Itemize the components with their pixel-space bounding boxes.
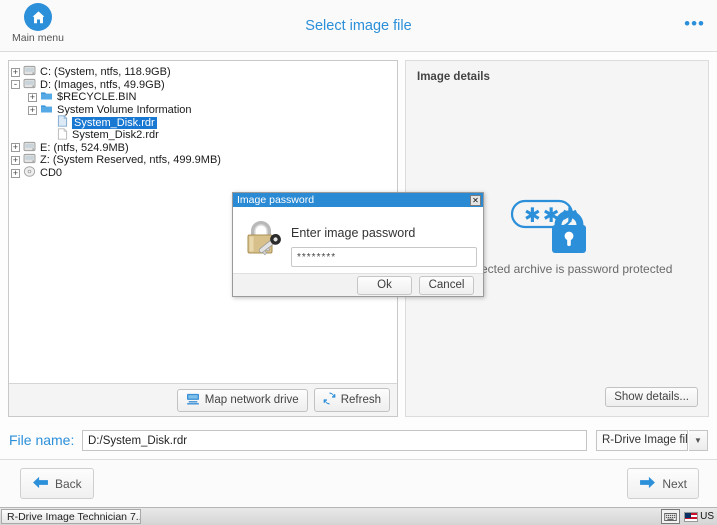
keyboard-icon[interactable] — [661, 509, 681, 524]
tree-item[interactable]: System_Disk.rdr — [9, 115, 397, 130]
file-name-input[interactable] — [82, 430, 587, 451]
password-input[interactable] — [291, 247, 477, 267]
system-tray: US — [661, 509, 714, 524]
tree-action-bar: Map network drive Refresh — [9, 383, 397, 416]
dialog-title-bar[interactable]: Image password ✕ — [233, 193, 483, 207]
chevron-down-icon[interactable]: ▼ — [689, 430, 708, 451]
network-drive-icon — [186, 393, 200, 408]
more-options-icon[interactable]: ••• — [684, 15, 705, 32]
collapse-toggle-icon[interactable]: - — [11, 80, 20, 90]
tree-item[interactable]: System_Disk2.rdr — [9, 128, 397, 141]
taskbar-task-button[interactable]: R-Drive Image Technician 7.... — [1, 509, 141, 524]
dialog-body: Enter image password — [233, 207, 483, 274]
us-flag-icon — [684, 511, 699, 522]
arrow-right-icon — [639, 476, 656, 492]
expand-toggle-icon[interactable]: + — [11, 143, 20, 153]
map-network-drive-label: Map network drive — [204, 394, 299, 406]
padlock-key-icon — [243, 217, 283, 260]
ok-button[interactable]: Ok — [357, 275, 412, 295]
show-details-button[interactable]: Show details... — [605, 387, 698, 407]
expand-toggle-icon[interactable]: + — [28, 92, 37, 102]
show-details-label: Show details... — [614, 391, 689, 403]
tree-item[interactable]: + C: (System, ntfs, 118.9GB) — [9, 65, 397, 78]
os-taskbar: R-Drive Image Technician 7.... US — [0, 507, 717, 525]
file-name-row: File name: R-Drive Image files ▼ — [0, 428, 717, 458]
cancel-button[interactable]: Cancel — [419, 275, 474, 295]
refresh-button[interactable]: Refresh — [313, 388, 390, 412]
tree-item[interactable]: - D: (Images, ntfs, 49.9GB) — [9, 78, 397, 91]
wizard-nav-bar: Back Next — [0, 459, 717, 508]
back-button[interactable]: Back — [20, 468, 94, 499]
expand-toggle-icon[interactable]: + — [28, 105, 37, 115]
dialog-title: Image password — [237, 194, 315, 206]
app-window: Main menu Select image file ••• + C: (Sys… — [0, 0, 717, 525]
map-network-drive-button[interactable]: Map network drive — [176, 388, 308, 412]
close-icon[interactable]: ✕ — [470, 194, 481, 206]
back-label: Back — [55, 476, 82, 491]
tree-item[interactable]: + CD0 — [9, 166, 397, 179]
file-type-filter[interactable]: R-Drive Image files — [596, 430, 688, 451]
language-indicator[interactable]: US — [684, 511, 714, 522]
image-password-dialog: Image password ✕ Enter image password **… — [232, 192, 484, 297]
language-label: US — [700, 511, 714, 522]
tree-item-label: CD0 — [40, 166, 63, 179]
page-title: Select image file — [305, 18, 412, 34]
tree-item[interactable]: + Z: (System Reserved, ntfs, 499.9MB) — [9, 153, 397, 166]
image-details-title: Image details — [417, 71, 490, 83]
app-header: Main menu Select image file ••• — [0, 0, 717, 52]
expand-toggle-icon[interactable]: + — [11, 168, 20, 178]
tree-item[interactable]: + $RECYCLE.BIN — [9, 90, 397, 103]
password-prompt-label: Enter image password — [291, 226, 416, 240]
tree-item[interactable]: + E: (ntfs, 524.9MB) — [9, 141, 397, 154]
next-label: Next — [662, 476, 687, 491]
refresh-label: Refresh — [340, 394, 381, 406]
tree-item[interactable]: + System Volume Information — [9, 103, 397, 116]
next-button[interactable]: Next — [627, 468, 699, 499]
expand-toggle-icon[interactable]: + — [11, 67, 20, 77]
arrow-left-icon — [32, 476, 49, 492]
refresh-icon — [323, 392, 336, 408]
dialog-footer: Ok Cancel — [233, 273, 483, 296]
file-name-label: File name: — [9, 432, 75, 448]
expand-toggle-icon[interactable]: + — [11, 155, 20, 165]
cd-icon — [23, 166, 36, 181]
